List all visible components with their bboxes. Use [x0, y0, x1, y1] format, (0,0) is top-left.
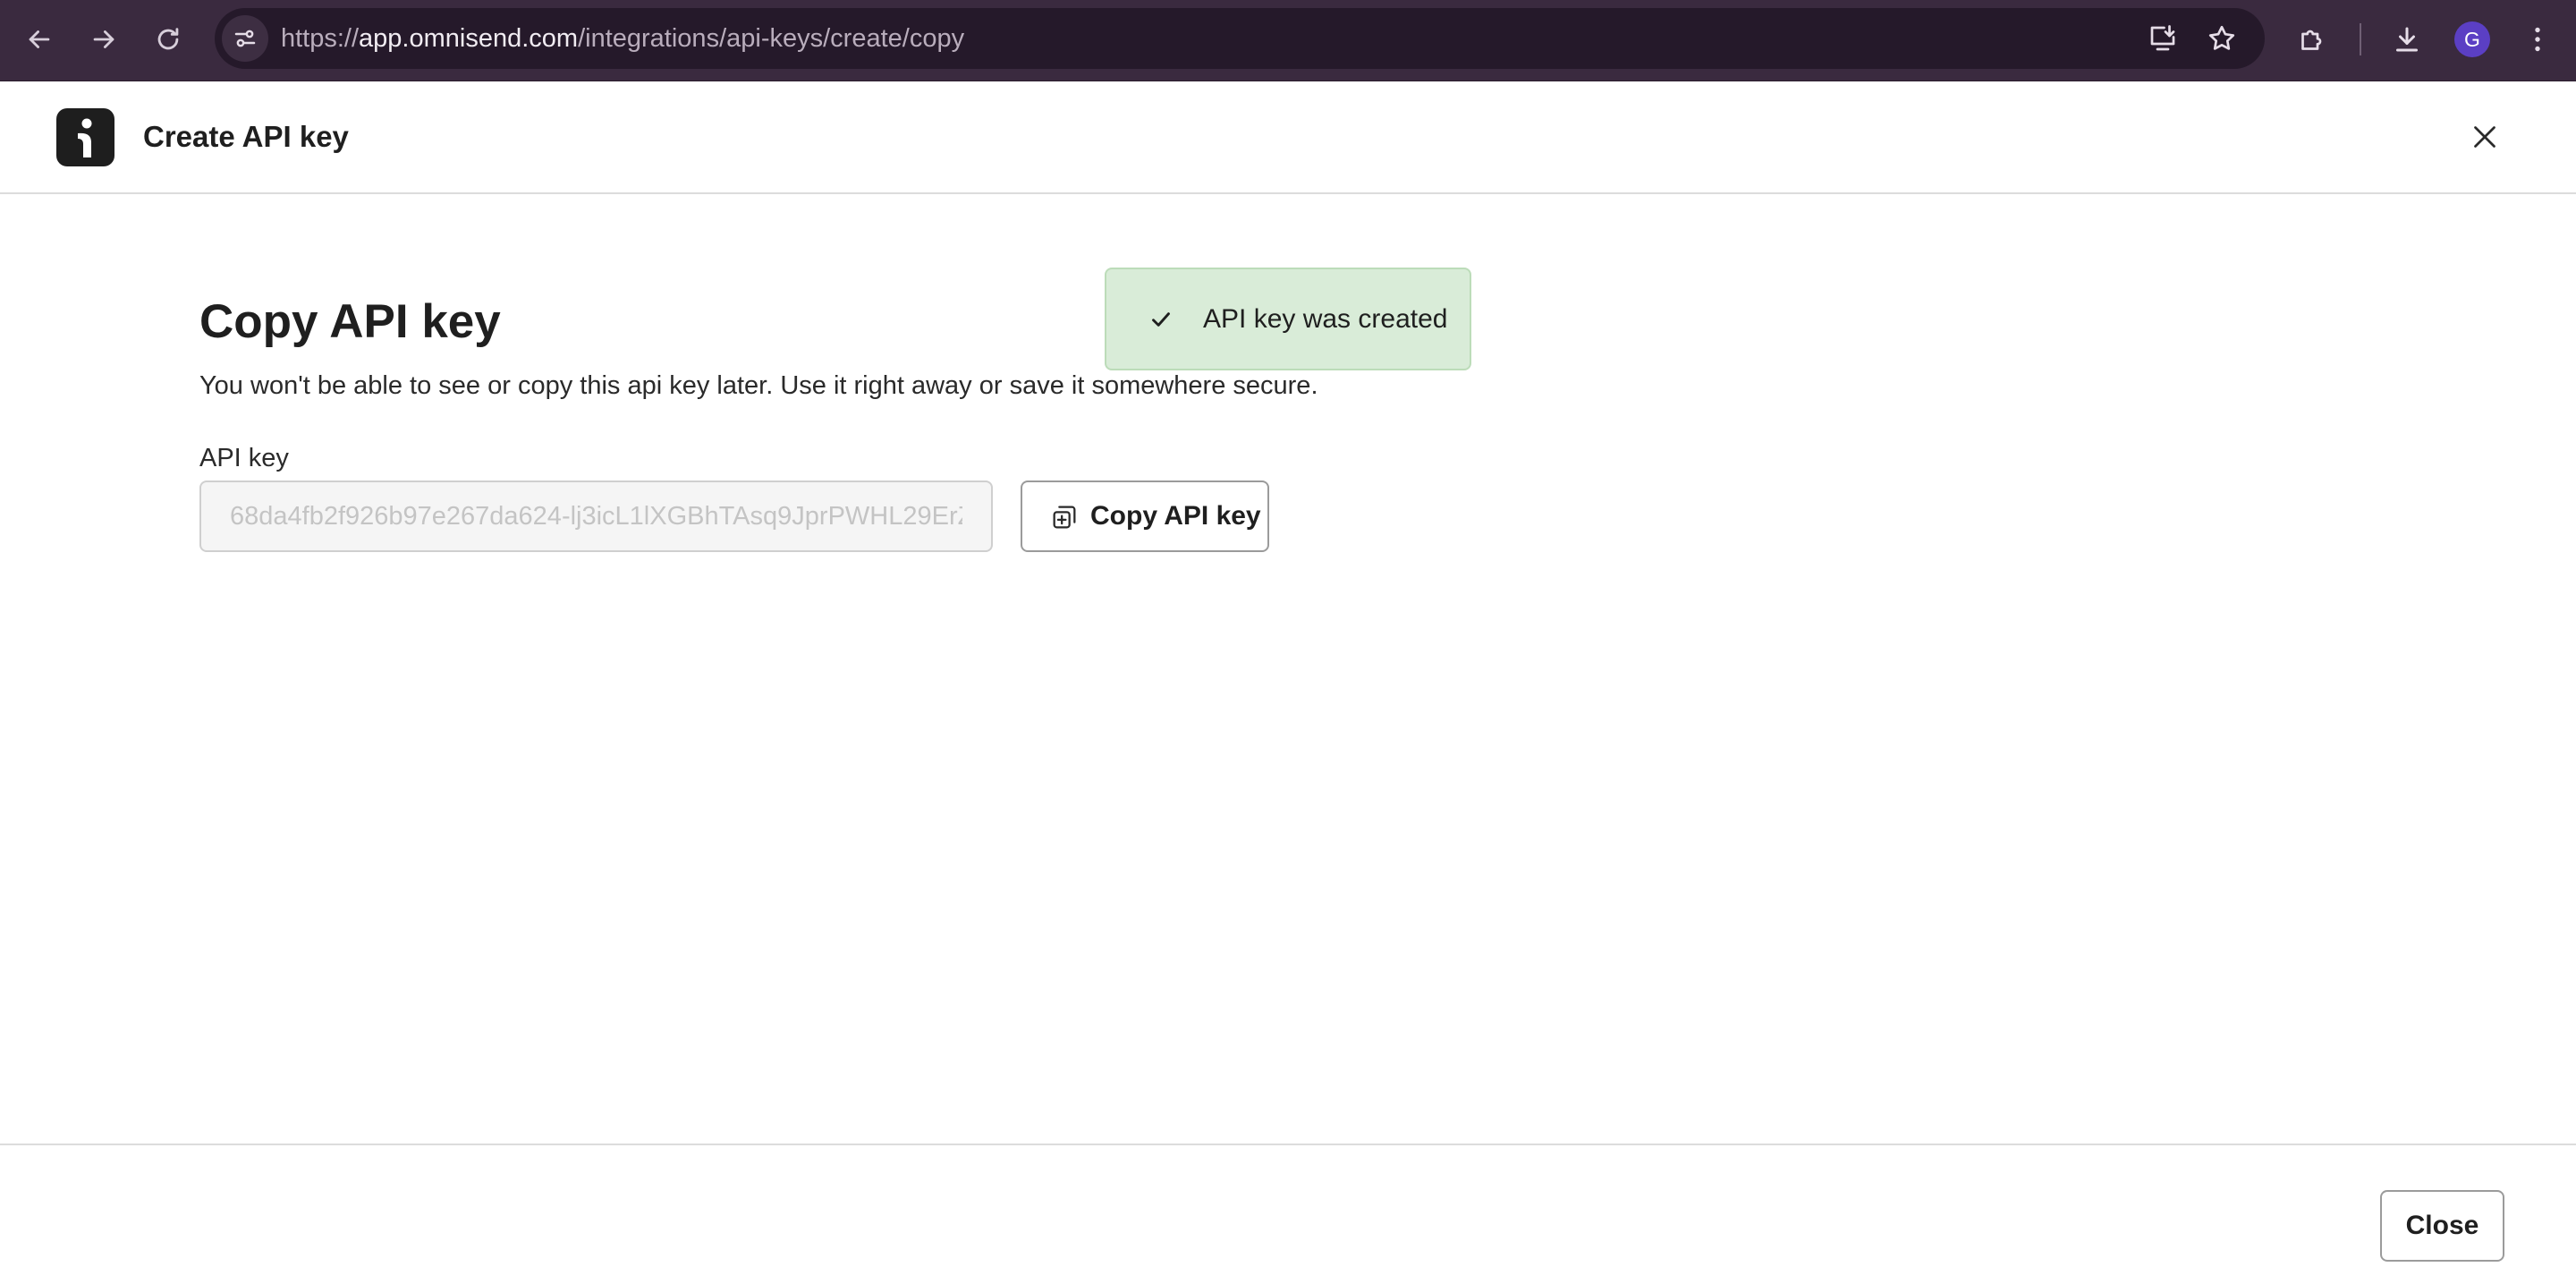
page-description: You won't be able to see or copy this ap… [199, 371, 1318, 400]
puzzle-icon [2301, 30, 2322, 50]
tune-icon [234, 30, 256, 47]
url-path: /integrations/api-keys/create/copy [578, 24, 965, 53]
copy-icon [1053, 506, 1076, 529]
star-icon [2208, 25, 2235, 50]
forward-button[interactable] [80, 16, 127, 63]
back-button[interactable] [16, 16, 63, 63]
api-key-field[interactable] [199, 480, 993, 552]
install-app-icon [2150, 25, 2175, 51]
header-close-button[interactable] [2462, 114, 2508, 160]
omnisend-logo [56, 108, 114, 166]
arrow-right-icon [93, 30, 114, 48]
download-icon [2396, 27, 2418, 52]
bookmark-button[interactable] [2204, 21, 2240, 56]
reload-icon [157, 28, 179, 50]
toolbar-divider [2360, 23, 2361, 55]
profile-avatar[interactable]: G [2454, 21, 2490, 57]
arrow-left-icon [29, 30, 50, 48]
address-bar[interactable]: https://app.omnisend.com/integrations/ap… [215, 8, 2265, 69]
close-button[interactable]: Close [2380, 1190, 2504, 1262]
copy-button-label: Copy API key [1090, 501, 1261, 531]
check-icon [1152, 312, 1170, 327]
downloads-button[interactable] [2385, 18, 2428, 61]
install-app-button[interactable] [2145, 21, 2181, 56]
browser-toolbar: https://app.omnisend.com/integrations/ap… [0, 0, 2576, 81]
kebab-menu-icon [2535, 27, 2540, 52]
modal-footer: Close [0, 1144, 2576, 1284]
copy-api-key-button[interactable]: Copy API key [1021, 480, 1269, 552]
browser-menu-button[interactable] [2516, 18, 2559, 61]
modal-header: Create API key [0, 81, 2576, 194]
page-title: Copy API key [199, 295, 501, 348]
url-scheme: https:// [281, 24, 360, 53]
success-toast: API key was created [1105, 268, 1471, 370]
omnisend-logo-icon [78, 118, 92, 157]
toast-message: API key was created [1203, 304, 1448, 334]
close-icon [2474, 126, 2496, 148]
url-text[interactable]: https://app.omnisend.com/integrations/ap… [281, 8, 964, 69]
extensions-button[interactable] [2291, 18, 2334, 61]
api-key-label: API key [199, 444, 289, 472]
site-info-button[interactable] [222, 15, 268, 62]
url-host: app.omnisend.com [359, 24, 579, 53]
modal-title: Create API key [143, 120, 349, 153]
reload-button[interactable] [145, 16, 191, 63]
